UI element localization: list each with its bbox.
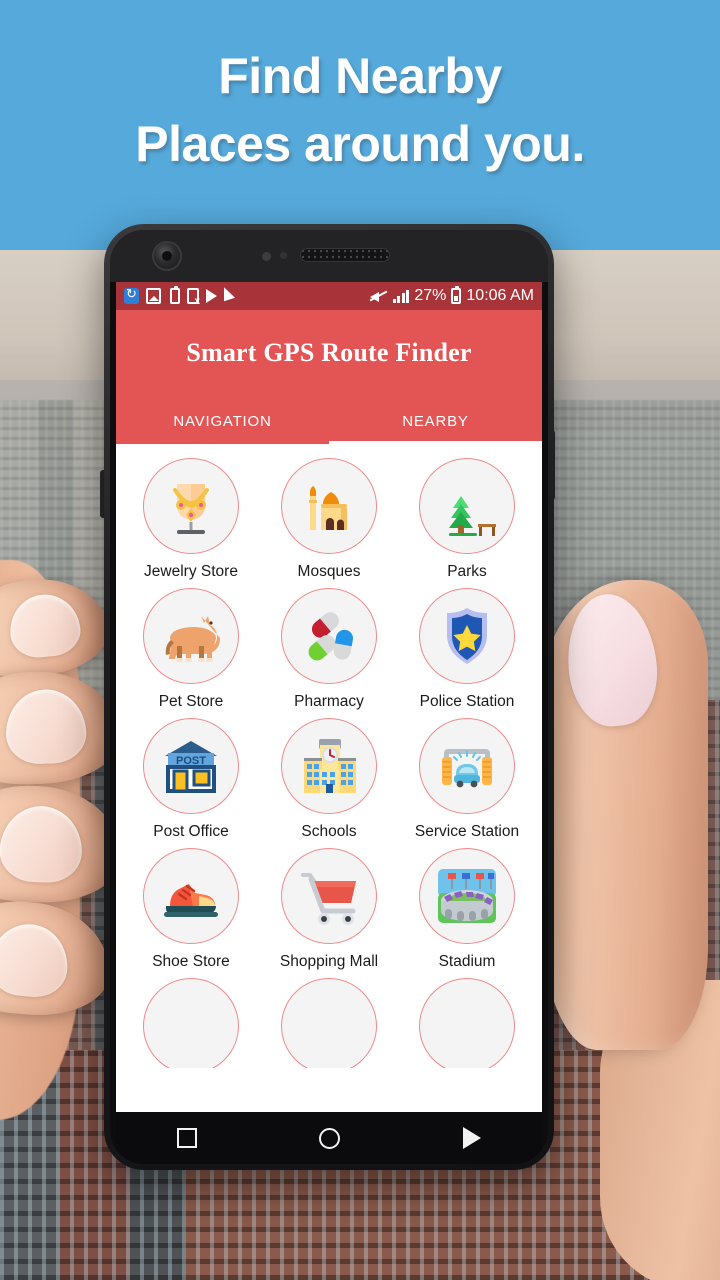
- grid-item-police-station[interactable]: Police Station: [398, 582, 536, 712]
- grid-item-label: Service Station: [414, 823, 520, 840]
- pills-capsules-icon: [308, 612, 353, 661]
- light-sensor-icon: [280, 252, 287, 259]
- grid-item-label: Parks: [447, 563, 487, 580]
- sneaker-icon: [164, 884, 218, 917]
- icon-circle: [143, 588, 239, 684]
- stadium-icon: [438, 869, 496, 923]
- post-office-building-icon: POST: [165, 741, 217, 793]
- grid-item-label: Mosques: [297, 563, 361, 580]
- mute-icon: [369, 288, 388, 304]
- nearby-categories-grid: Jewelry Store Mosques Parks Pet Store Ph…: [116, 444, 542, 1068]
- icon-circle: [419, 588, 515, 684]
- icon-circle: [281, 848, 377, 944]
- grid-item-post-office[interactable]: POST Post Office: [122, 712, 260, 842]
- cat-icon: [165, 616, 220, 662]
- screen: 27% 10:06 AM Smart GPS Route Finder NAVI…: [116, 282, 542, 1112]
- grid-item-parks[interactable]: Parks: [398, 452, 536, 582]
- grid-item-stadium[interactable]: Stadium: [398, 842, 536, 972]
- icon-circle: [143, 458, 239, 554]
- triangle-right-icon[interactable]: [462, 1127, 481, 1149]
- school-building-icon: [304, 739, 356, 793]
- grid-item-label: Pharmacy: [294, 693, 364, 710]
- park-tree-bench-icon: [449, 496, 496, 536]
- shopping-cart-icon: [301, 873, 356, 925]
- play-store-icon: [206, 289, 217, 303]
- icon-circle: [419, 978, 515, 1068]
- status-bar-left: [124, 286, 235, 307]
- grid-item-label: Jewelry Store: [144, 563, 238, 580]
- image-icon: [146, 288, 161, 304]
- earpiece-speaker-icon: [300, 248, 390, 262]
- grid-item-mosques[interactable]: Mosques: [260, 452, 398, 582]
- grid-item-partial[interactable]: [122, 972, 260, 1068]
- tab-navigation[interactable]: NAVIGATION: [116, 398, 329, 444]
- icon-circle: [419, 718, 515, 814]
- icon-circle: POST: [143, 718, 239, 814]
- grid-item-label: Schools: [301, 823, 357, 840]
- proximity-sensor-icon: [262, 252, 271, 261]
- grid-item-pet-store[interactable]: Pet Store: [122, 582, 260, 712]
- hero-heading: Find Nearby Places around you.: [0, 42, 720, 178]
- checkmark-icon: [224, 287, 235, 305]
- sync-icon: [124, 286, 139, 304]
- signal-bars-icon: [392, 289, 410, 303]
- fingernail: [0, 804, 84, 884]
- app-bar: Smart GPS Route Finder NAVIGATION NEARBY: [116, 310, 542, 444]
- hero-line-2: Places around you.: [135, 116, 585, 172]
- page-title: Smart GPS Route Finder: [186, 338, 472, 367]
- grid-item-partial[interactable]: [260, 972, 398, 1068]
- icon-circle: [281, 978, 377, 1068]
- grid-item-service-station[interactable]: Service Station: [398, 712, 536, 842]
- grid-item-label: Stadium: [438, 953, 496, 970]
- icon-circle: [419, 848, 515, 944]
- grid-item-shopping-mall[interactable]: Shopping Mall: [260, 842, 398, 972]
- car-wash-icon: [442, 749, 492, 788]
- battery-icon: [451, 286, 462, 304]
- grid-item-jewelry-store[interactable]: Jewelry Store: [122, 452, 260, 582]
- circle-icon[interactable]: [319, 1127, 341, 1149]
- front-camera-icon: [154, 243, 180, 269]
- phone-top-bezel: [110, 230, 548, 282]
- grid-item-label: Police Station: [419, 693, 515, 710]
- jewelry-necklace-icon: [173, 484, 209, 534]
- icon-circle: [419, 458, 515, 554]
- icon-circle: [143, 978, 239, 1068]
- hero-line-1: Find Nearby: [218, 48, 502, 104]
- police-badge-icon: [447, 608, 487, 664]
- square-icon[interactable]: [177, 1128, 198, 1148]
- icon-circle: [143, 848, 239, 944]
- tab-nearby[interactable]: NEARBY: [329, 398, 542, 444]
- icon-circle: [281, 718, 377, 814]
- grid-item-label: Shopping Mall: [279, 953, 379, 970]
- android-nav-bar: [116, 1112, 542, 1164]
- fingernail: [6, 591, 83, 661]
- grid-item-label: Post Office: [153, 823, 229, 840]
- icon-circle: [281, 458, 377, 554]
- grid-item-label: Shoe Store: [152, 953, 230, 970]
- clock-label: 10:06 AM: [466, 287, 534, 304]
- status-bar-right: 27% 10:06 AM: [369, 286, 534, 305]
- phone-device: 27% 10:06 AM Smart GPS Route Finder NAVI…: [104, 224, 554, 1170]
- tab-bar: NAVIGATION NEARBY: [116, 398, 542, 444]
- grid-item-label: Pet Store: [158, 693, 224, 710]
- battery-percent-label: 27%: [414, 287, 447, 304]
- status-bar: 27% 10:06 AM: [116, 282, 542, 310]
- phone-screen-area: 27% 10:06 AM Smart GPS Route Finder NAVI…: [110, 230, 548, 1164]
- fingernail: [0, 921, 71, 1000]
- grid-item-shoe-store[interactable]: Shoe Store: [122, 842, 260, 972]
- file-error-icon: [187, 288, 200, 307]
- mosque-icon: [309, 486, 347, 530]
- fingernail: [4, 688, 88, 765]
- grid-item-schools[interactable]: Schools: [260, 712, 398, 842]
- icon-circle: [281, 588, 377, 684]
- grid-item-partial[interactable]: [398, 972, 536, 1068]
- battery-saver-icon: [170, 286, 180, 304]
- grid-item-pharmacy[interactable]: Pharmacy: [260, 582, 398, 712]
